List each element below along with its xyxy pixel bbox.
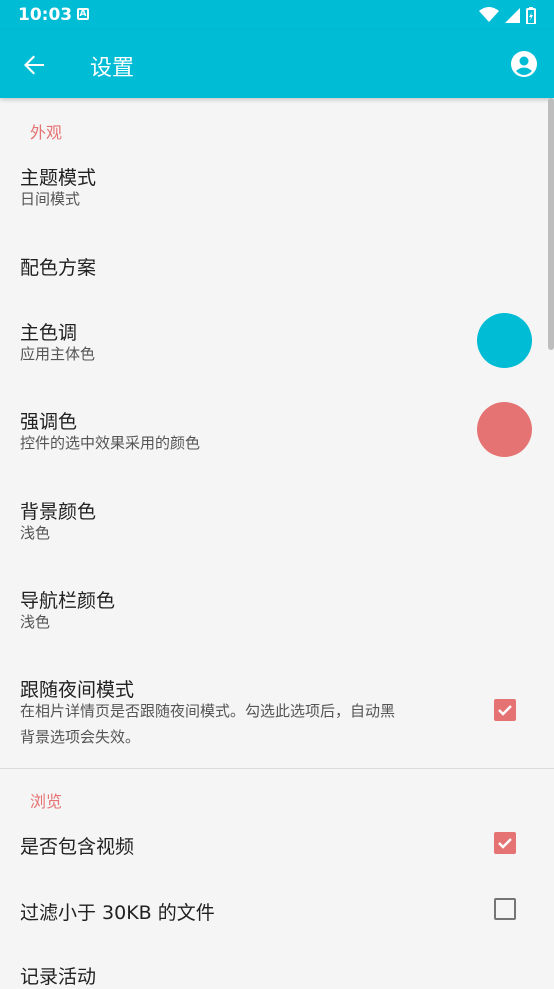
pref-summary: 浅色 xyxy=(20,613,51,631)
app-bar: 设置 xyxy=(0,30,554,98)
pref-title: 记录活动 xyxy=(20,966,97,988)
check-icon xyxy=(498,705,512,716)
pref-title: 背景颜色 xyxy=(20,501,97,523)
pref-summary: 控件的选中效果采用的颜色 xyxy=(20,434,201,452)
back-arrow-icon[interactable] xyxy=(18,49,50,81)
pref-title: 主题模式 xyxy=(20,167,97,189)
section-header-browse: 浏览 xyxy=(30,792,63,811)
notification-icon: A xyxy=(77,8,89,20)
accent-color-swatch[interactable] xyxy=(477,402,532,457)
scrollbar[interactable] xyxy=(548,98,554,350)
status-bar: 10:03 A xyxy=(0,0,554,30)
battery-icon xyxy=(526,6,536,24)
pref-title: 是否包含视频 xyxy=(20,836,135,858)
account-circle-icon[interactable] xyxy=(510,50,538,78)
section-divider xyxy=(0,768,554,769)
status-icons xyxy=(479,6,536,24)
pref-title: 过滤小于 30KB 的文件 xyxy=(20,902,215,924)
pref-title: 跟随夜间模式 xyxy=(20,679,135,701)
page-title: 设置 xyxy=(90,56,135,81)
pref-title: 配色方案 xyxy=(20,257,97,279)
pref-title: 导航栏颜色 xyxy=(20,590,116,612)
pref-title: 强调色 xyxy=(20,411,78,433)
follow-night-checkbox[interactable] xyxy=(494,699,516,721)
pref-summary: 在相片详情页是否跟随夜间模式。勾选此选项后，自动黑 xyxy=(20,702,396,720)
section-header-appearance: 外观 xyxy=(30,123,63,142)
status-time: 10:03 xyxy=(18,5,73,25)
pref-summary: 浅色 xyxy=(20,524,51,542)
signal-icon xyxy=(505,7,520,23)
pref-summary: 日间模式 xyxy=(20,190,81,208)
wifi-icon xyxy=(479,7,499,22)
filter-small-checkbox[interactable] xyxy=(494,898,516,920)
primary-color-swatch[interactable] xyxy=(477,313,532,368)
pref-summary: 背景选项会失效。 xyxy=(20,728,141,746)
pref-summary: 应用主体色 xyxy=(20,345,96,363)
check-icon xyxy=(498,838,512,849)
pref-title: 主色调 xyxy=(20,322,78,344)
include-video-checkbox[interactable] xyxy=(494,832,516,854)
